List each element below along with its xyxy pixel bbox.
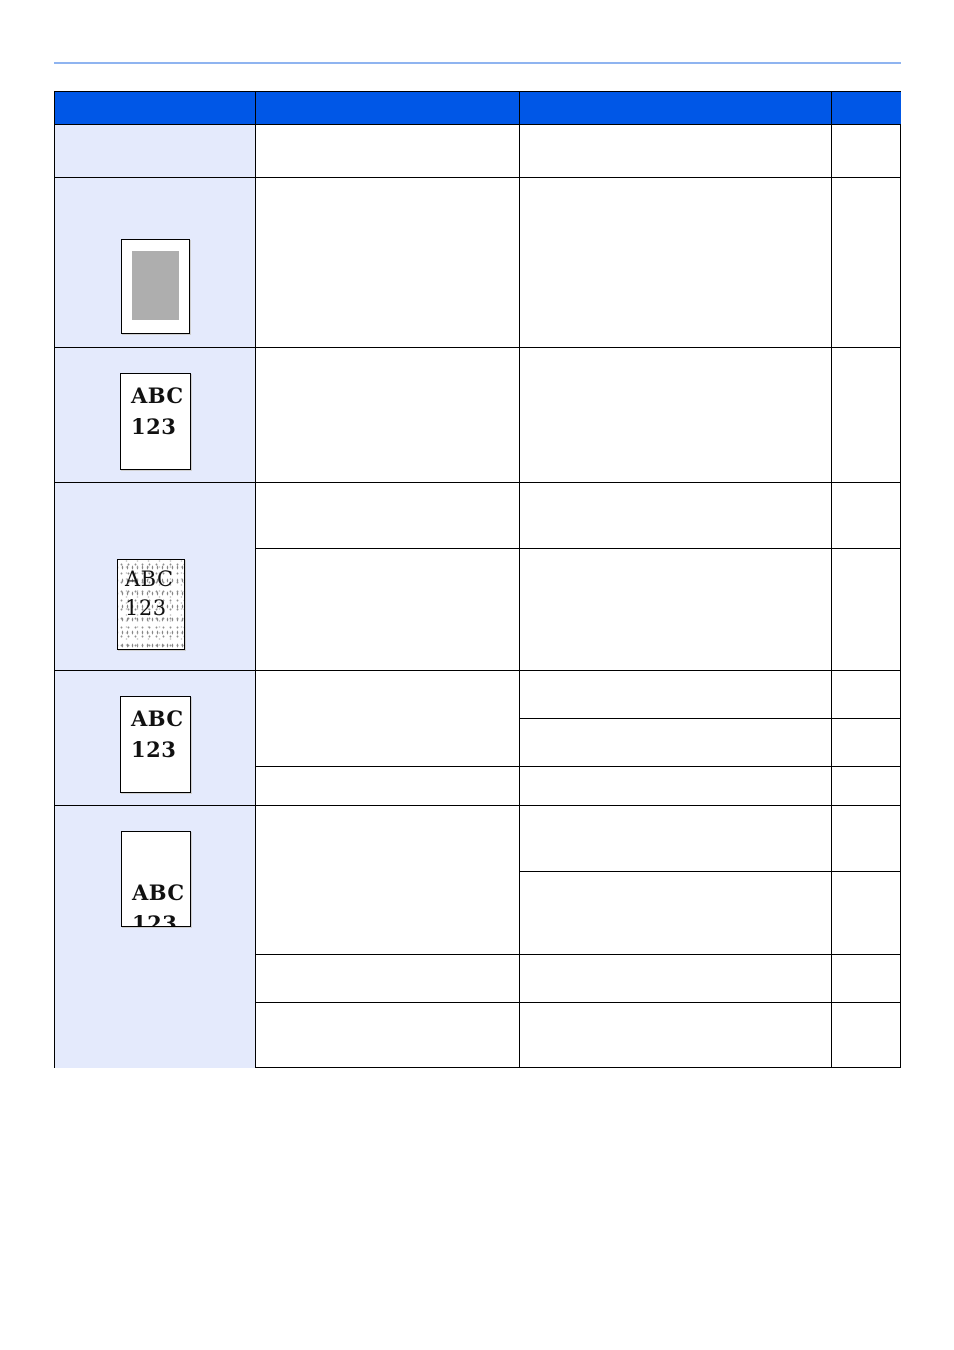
cutoff-print-sample: ABC 123: [121, 831, 191, 927]
sample-text-line: 123: [125, 596, 167, 620]
sample-text-line: ABC: [131, 706, 184, 731]
header-cell-corrective-actions: [520, 92, 831, 124]
gray-area: [132, 251, 179, 320]
header-cell-checkpoints: [256, 92, 519, 124]
gray-background-sample: [121, 239, 190, 334]
header-cell-symptom: [55, 92, 255, 124]
pale-print-sample: ABC 123: [120, 373, 191, 470]
sample-text-line: 123: [132, 911, 178, 927]
sample-text-line: ABC: [125, 567, 174, 591]
sample-text-line: ABC: [131, 383, 184, 408]
header-rule: [54, 62, 901, 64]
sample-text-line: 123: [131, 414, 177, 439]
sample-text-line: ABC: [132, 880, 185, 905]
sample-text-line: 123: [131, 737, 177, 762]
faint-print-sample: ABC 123: [120, 696, 191, 793]
dirty-print-sample: ABC 123: [117, 559, 185, 650]
troubleshooting-table: ABC 123 ABC 123 ABC 123 ABC 123: [54, 91, 901, 1068]
header-cell-reference-page: [832, 92, 901, 124]
symptom-cell: [55, 125, 255, 177]
